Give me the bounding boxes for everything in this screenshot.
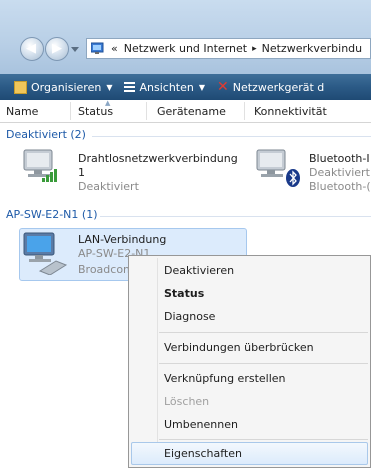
menu-separator (159, 439, 368, 440)
bluetooth-adapter-icon[interactable] (255, 148, 301, 188)
column-divider[interactable] (146, 102, 147, 120)
organize-label: Organisieren (31, 80, 102, 94)
item-lan-device: Broadcom (78, 263, 134, 276)
views-button[interactable]: Ansichten ▼ (118, 74, 211, 100)
views-label: Ansichten (139, 80, 194, 94)
breadcrumb-overflow[interactable]: « (108, 42, 121, 55)
delete-x-icon: ✕ (217, 79, 229, 95)
history-dropdown-icon[interactable] (71, 47, 79, 52)
delete-network-device-button[interactable]: ✕ Netzwerkgerät d (211, 74, 330, 100)
menu-item-deactivate[interactable]: Deaktivieren (164, 264, 234, 277)
menu-gutter (157, 258, 158, 465)
back-arrow-icon: ◀ (26, 41, 36, 56)
item-bluetooth-status: Deaktiviert (309, 166, 370, 179)
column-device-name[interactable]: Gerätename (157, 105, 226, 118)
breadcrumb-network-connections[interactable]: Netzwerkverbindu (259, 42, 366, 55)
column-header-row: Name Status ▲ Gerätename Konnektivität (0, 99, 371, 123)
item-bluetooth-device: Bluetooth-( (309, 180, 371, 193)
delete-network-device-label: Netzwerkgerät d (232, 80, 325, 94)
organize-button[interactable]: Organisieren ▼ (0, 74, 118, 100)
menu-separator (159, 363, 368, 364)
item-wireless-name-line2[interactable]: 1 (78, 166, 85, 179)
column-divider[interactable] (244, 102, 245, 120)
item-wireless-status: Deaktiviert (78, 180, 139, 193)
command-toolbar: Organisieren ▼ Ansichten ▼ ✕ Netzwerkger… (0, 74, 371, 100)
network-folder-icon (90, 42, 105, 55)
column-divider[interactable] (70, 102, 71, 120)
lan-adapter-icon[interactable] (22, 231, 70, 276)
menu-item-delete[interactable]: Löschen (164, 395, 209, 408)
group-header-ap-sw-e2-n1[interactable]: AP-SW-E2-N1 (1) (6, 208, 98, 221)
menu-item-rename[interactable]: Umbenennen (164, 418, 238, 431)
item-bluetooth-name[interactable]: Bluetooth-I (309, 152, 370, 165)
chevron-down-icon: ▼ (198, 82, 205, 92)
sort-indicator-icon: ▲ (105, 99, 111, 107)
breadcrumb-separator-icon[interactable]: ▸ (250, 44, 259, 54)
item-lan-name[interactable]: LAN-Verbindung (78, 233, 166, 246)
menu-item-diagnose[interactable]: Diagnose (164, 310, 215, 323)
group-divider (92, 136, 371, 137)
menu-item-create-shortcut[interactable]: Verknüpfung erstellen (164, 372, 286, 385)
organize-icon (14, 80, 27, 94)
breadcrumb-network-internet[interactable]: Netzwerk und Internet (121, 42, 250, 55)
menu-separator (159, 332, 368, 333)
back-button[interactable]: ◀ (20, 37, 44, 61)
menu-item-properties[interactable]: Eigenschaften (164, 447, 242, 460)
views-icon (124, 82, 136, 92)
forward-arrow-icon: ▶ (52, 41, 62, 56)
group-header-disabled[interactable]: Deaktiviert (2) (6, 128, 86, 141)
forward-button[interactable]: ▶ (45, 37, 69, 61)
menu-item-bridge-connections[interactable]: Verbindungen überbrücken (164, 341, 314, 354)
column-name[interactable]: Name (6, 105, 38, 118)
chevron-down-icon: ▼ (106, 82, 113, 92)
context-menu: Deaktivieren Status Diagnose Verbindunge… (128, 255, 371, 468)
wireless-adapter-icon[interactable] (20, 148, 70, 184)
group-divider (100, 216, 371, 217)
column-connectivity[interactable]: Konnektivität (254, 105, 327, 118)
menu-item-status[interactable]: Status (164, 287, 204, 300)
address-bar[interactable]: « Netzwerk und Internet ▸ Netzwerkverbin… (86, 38, 371, 59)
item-wireless-name[interactable]: Drahtlosnetzwerkverbindung (78, 152, 238, 165)
